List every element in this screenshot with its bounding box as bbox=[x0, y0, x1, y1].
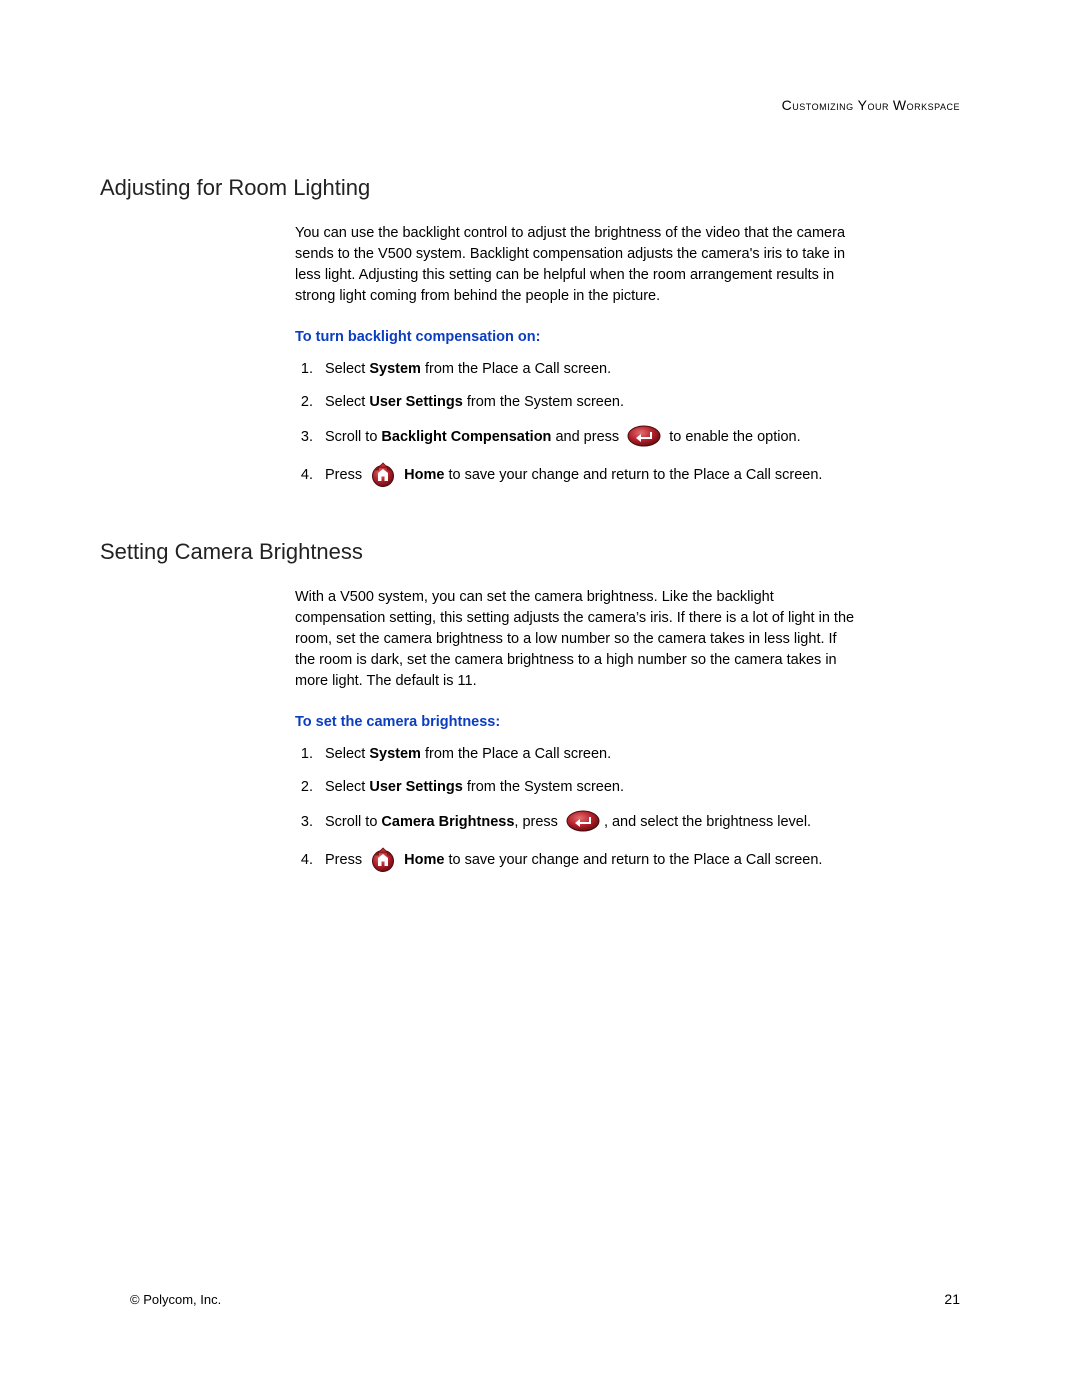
step-item: Press Home to save your change and retur… bbox=[317, 846, 855, 874]
enter-button-icon bbox=[566, 810, 600, 832]
intro-paragraph: With a V500 system, you can set the came… bbox=[295, 587, 855, 692]
step-item: Select User Settings from the System scr… bbox=[317, 777, 855, 798]
enter-button-icon bbox=[627, 425, 661, 447]
home-button-icon bbox=[370, 846, 396, 872]
step-item: Scroll to Camera Brightness, press , and… bbox=[317, 810, 855, 834]
step-item: Select System from the Place a Call scre… bbox=[317, 359, 855, 380]
section-heading: Setting Camera Brightness bbox=[100, 539, 980, 565]
step-item: Select System from the Place a Call scre… bbox=[317, 744, 855, 765]
step-item: Select User Settings from the System scr… bbox=[317, 392, 855, 413]
step-item: Press Home to save your change and retur… bbox=[317, 461, 855, 489]
footer-page-number: 21 bbox=[944, 1291, 960, 1307]
procedure-subheading: To set the camera brightness: bbox=[295, 714, 855, 730]
home-button-icon bbox=[370, 461, 396, 487]
procedure-steps: Select System from the Place a Call scre… bbox=[295, 744, 855, 874]
section-heading: Adjusting for Room Lighting bbox=[100, 175, 980, 201]
footer-copyright: © Polycom, Inc. bbox=[130, 1292, 221, 1307]
procedure-steps: Select System from the Place a Call scre… bbox=[295, 359, 855, 489]
section-camera-brightness: Setting Camera Brightness With a V500 sy… bbox=[100, 539, 980, 874]
procedure-subheading: To turn backlight compensation on: bbox=[295, 329, 855, 345]
section-adjusting-lighting: Adjusting for Room Lighting You can use … bbox=[100, 175, 980, 489]
step-item: Scroll to Backlight Compensation and pre… bbox=[317, 425, 855, 449]
intro-paragraph: You can use the backlight control to adj… bbox=[295, 223, 855, 307]
